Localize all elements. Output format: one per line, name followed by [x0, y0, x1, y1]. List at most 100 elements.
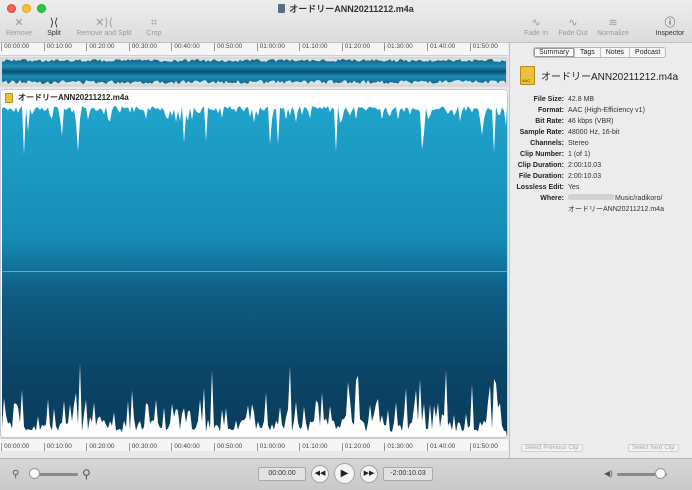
inspector-tabs: Summary Tags Notes Podcast	[533, 47, 667, 58]
ruler-tick-label: 00:30:00	[128, 443, 157, 451]
window-title: オードリーANN20211212.m4a	[0, 2, 692, 15]
property-label: Clip Number:	[520, 151, 564, 158]
inspector-file-name: オードリーANN20211212.m4a	[541, 72, 679, 83]
rewind-icon: ◀◀	[314, 470, 326, 477]
tab-summary[interactable]: Summary	[534, 48, 575, 57]
ruler-tick-label: 00:20:00	[86, 443, 115, 451]
ruler-tick-label: 01:10:00	[299, 43, 328, 51]
overview-bottom-peaks	[2, 80, 506, 84]
ruler-tick-label: 01:20:00	[341, 443, 370, 451]
property-row: Lossless Edit: Yes	[510, 182, 692, 193]
zoom-slider-knob[interactable]	[29, 468, 40, 479]
clip-title: オードリーANN20211212.m4a	[18, 93, 129, 102]
property-row: Format: AAC (High-Efficiency v1)	[510, 105, 692, 116]
property-label: Channels:	[530, 140, 564, 147]
overview-waveform-graphic	[2, 59, 506, 84]
property-value: 2:00:10.03	[568, 173, 602, 180]
normalize-button[interactable]: ≋ Normalize	[594, 16, 632, 37]
property-row: File Size: 42.8 MB	[510, 94, 692, 105]
waveform-bottom-peaks	[2, 363, 507, 437]
normalize-icon: ≋	[608, 17, 618, 29]
property-row: File Duration: 2:00:10.03	[510, 171, 692, 182]
ruler-tick-label: 01:20:00	[341, 43, 370, 51]
remove-and-split-icon: ✕⟩⟨	[95, 17, 113, 29]
ruler-tick-label: 01:30:00	[384, 443, 413, 451]
property-value: Music/radikoro/ オードリーANN20211212.m4a	[568, 194, 664, 213]
property-value: 1 (of 1)	[568, 151, 591, 158]
ruler-tick-label: 00:30:00	[128, 43, 157, 51]
aac-file-icon	[520, 66, 535, 85]
play-icon: ▶	[340, 468, 349, 479]
document-icon	[278, 4, 286, 13]
waveform[interactable]	[2, 106, 507, 437]
property-label: Where:	[540, 195, 564, 202]
ruler-tick-label: 01:40:00	[427, 443, 455, 451]
properties-list: File Size: 42.8 MB Format: AAC (High-Effici…	[510, 94, 692, 193]
overview-waveform[interactable]	[2, 59, 506, 84]
waveform-peaks	[2, 106, 507, 437]
property-label: File Duration:	[518, 173, 564, 180]
zoom-out-icon[interactable]: ⚲	[12, 469, 19, 480]
select-previous-clip-button[interactable]: Select Previous Clip	[521, 444, 583, 452]
ruler-tick-label: 00:50:00	[214, 43, 242, 51]
property-value: 46 kbps (VBR)	[568, 118, 614, 125]
waveform-top-peaks	[2, 106, 507, 156]
waveform-center-line	[2, 271, 507, 272]
timeline-ruler-bottom: 00:00:00 00:10:00 00:20:00 00:30:00 00:40:00…	[0, 438, 508, 451]
x-icon: ✕	[14, 17, 24, 29]
overview-strip[interactable]	[0, 57, 508, 87]
ruler-tick-label: 01:30:00	[384, 43, 413, 51]
property-label: File Size:	[533, 96, 564, 103]
ruler-tick-label: 00:10:00	[43, 43, 72, 51]
property-value: 2:00:10.03	[568, 162, 602, 169]
property-value: 42.8 MB	[568, 96, 595, 103]
ruler-tick-label: 01:50:00	[469, 443, 498, 451]
ruler-tick-label: 00:20:00	[86, 43, 115, 51]
clip-panel[interactable]: オードリーANN20211212.m4a	[0, 89, 508, 438]
redacted-path	[568, 194, 614, 200]
ruler-tick-label: 00:40:00	[171, 43, 200, 51]
volume-slider-knob[interactable]	[655, 468, 666, 479]
remove-button[interactable]: ✕ Remove	[4, 16, 34, 37]
fade-out-icon: ∿	[568, 17, 578, 29]
property-label: Clip Duration:	[517, 162, 564, 169]
tab-tags[interactable]: Tags	[575, 48, 601, 57]
split-icon: ⟩⟨	[49, 17, 59, 29]
crop-icon: ⌗	[150, 17, 158, 29]
property-value: AAC (High-Efficiency v1)	[568, 107, 645, 114]
property-label: Lossless Edit:	[516, 184, 564, 191]
property-label: Format:	[537, 107, 564, 114]
remove-and-split-button[interactable]: ✕⟩⟨ Remove and Split	[74, 16, 134, 37]
fade-out-button[interactable]: ∿ Fade Out	[556, 16, 590, 37]
inspector-button[interactable]: ⓘ Inspector	[652, 16, 688, 37]
fast-forward-button[interactable]: ▶▶	[360, 465, 378, 483]
ruler-tick-label: 00:00:00	[1, 443, 29, 451]
tab-podcast[interactable]: Podcast	[630, 48, 665, 57]
clip-header: オードリーANN20211212.m4a	[1, 90, 507, 105]
ruler-tick-label: 00:00:00	[1, 43, 29, 51]
ruler-tick-label: 00:40:00	[171, 443, 200, 451]
property-where: Where: Music/radikoro/ オードリーANN20211212.…	[510, 193, 664, 215]
tab-notes[interactable]: Notes	[601, 48, 631, 57]
property-value: Stereo	[568, 140, 589, 147]
timeline-ruler-top: 00:00:00 00:10:00 00:20:00 00:30:00 00:40:00…	[0, 43, 508, 56]
play-button[interactable]: ▶	[334, 463, 355, 484]
property-label: Bit Rate:	[535, 118, 564, 125]
inspector-file: オードリーANN20211212.m4a	[520, 66, 678, 85]
ruler-tick-label: 01:50:00	[469, 43, 498, 51]
fade-in-button[interactable]: ∿ Fade In	[520, 16, 552, 37]
property-row: Bit Rate: 46 kbps (VBR)	[510, 116, 692, 127]
ruler-tick-label: 01:00:00	[256, 443, 285, 451]
zoom-in-icon[interactable]: ⚲	[82, 467, 91, 481]
split-button[interactable]: ⟩⟨ Split	[40, 16, 68, 37]
crop-button[interactable]: ⌗ Crop	[140, 16, 168, 37]
ruler-tick-label: 00:10:00	[43, 443, 72, 451]
fast-forward-icon: ▶▶	[363, 470, 375, 477]
ruler-tick-label: 00:50:00	[214, 443, 242, 451]
rewind-button[interactable]: ◀◀	[311, 465, 329, 483]
inspector-panel: Summary Tags Notes Podcast オードリーANN20211…	[509, 43, 692, 458]
fade-in-icon: ∿	[531, 17, 541, 29]
remaining-time-field: -2:00:10.03	[383, 467, 433, 481]
select-next-clip-button[interactable]: Select Next Clip	[628, 444, 679, 452]
property-value: 48000 Hz, 16-bit	[568, 129, 620, 136]
